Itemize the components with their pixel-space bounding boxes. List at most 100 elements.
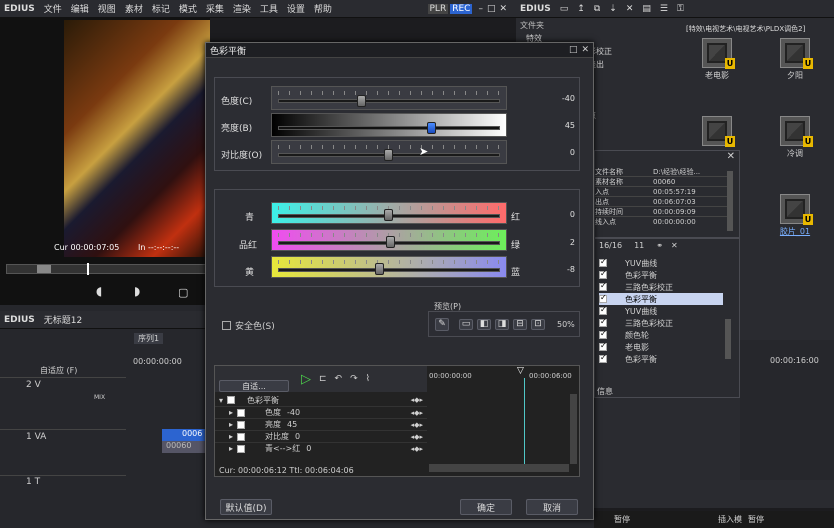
ok-button[interactable]: 确定 xyxy=(460,499,512,515)
magenta-green-thumb[interactable] xyxy=(386,236,395,248)
sequence-tab[interactable]: 序列1 xyxy=(134,333,164,344)
add-keyframe-icon[interactable]: ⊏ xyxy=(319,374,327,384)
contrast-thumb[interactable] xyxy=(384,149,393,161)
rec-toggle[interactable]: REC xyxy=(450,3,473,14)
effect-item[interactable]: 色彩平衡 xyxy=(599,353,723,365)
effect-checkbox[interactable] xyxy=(599,269,607,279)
menu-clip[interactable]: 素材 xyxy=(125,2,143,15)
menu-marker[interactable]: 标记 xyxy=(152,2,170,15)
kf-checkbox[interactable] xyxy=(237,432,246,441)
view-icon[interactable]: ▤ xyxy=(642,4,651,14)
mark-in-icon[interactable]: ◖ xyxy=(96,284,102,298)
up-icon[interactable]: ↥ xyxy=(577,4,585,14)
brightness-slider[interactable] xyxy=(271,113,507,137)
effect-checkbox[interactable] xyxy=(599,257,607,267)
effect-item[interactable]: 颜色轮 xyxy=(599,329,723,341)
timeline-clip[interactable]: 0006 xyxy=(162,429,208,441)
chroma-slider[interactable] xyxy=(271,86,507,110)
properties-scrollbar[interactable] xyxy=(727,171,733,231)
menu-edit[interactable]: 编辑 xyxy=(71,2,89,15)
timeline-mode[interactable]: 自适应 (F) xyxy=(0,365,126,377)
menu-settings[interactable]: 设置 xyxy=(287,2,305,15)
graph-icon[interactable]: ⌇ xyxy=(366,374,370,384)
prev-keyframe-icon[interactable]: ↶ xyxy=(335,374,343,384)
cyan-red-thumb[interactable] xyxy=(384,209,393,221)
mark-out-icon[interactable]: ◗ xyxy=(134,284,140,298)
contrast-slider[interactable] xyxy=(271,140,507,164)
next-keyframe-icon[interactable]: ↷ xyxy=(350,374,358,384)
folder-item[interactable]: 色彩校正 xyxy=(580,46,680,57)
layout-icon[interactable]: ⚭ xyxy=(656,241,663,250)
effect-item[interactable]: YUV曲线 xyxy=(599,257,723,269)
safe-color-checkbox[interactable] xyxy=(222,321,231,330)
menu-render[interactable]: 渲染 xyxy=(233,2,251,15)
effect-checkbox[interactable] xyxy=(599,317,607,327)
menu-capture[interactable]: 采集 xyxy=(206,2,224,15)
kf-checkbox[interactable] xyxy=(237,408,246,417)
effect-item[interactable]: 三路色彩校正 xyxy=(599,317,723,329)
kf-row[interactable]: ▾ 色彩平衡 ◂◆▸ xyxy=(215,394,427,406)
preview-split-icon[interactable]: ◧ xyxy=(477,318,491,330)
stop-icon[interactable]: ▢ xyxy=(178,286,188,299)
list-icon[interactable]: ☰ xyxy=(660,4,668,14)
effect-checkbox[interactable] xyxy=(599,305,607,315)
folder-icon[interactable]: ▭ xyxy=(560,4,569,14)
effects-scrollbar[interactable] xyxy=(725,319,731,359)
clip-thumb[interactable]: U xyxy=(702,116,735,147)
preview-split2-icon[interactable]: ◨ xyxy=(495,318,509,330)
effect-checkbox[interactable] xyxy=(599,329,607,339)
cyan-red-slider[interactable] xyxy=(271,202,507,224)
kf-row[interactable]: ▸ 青<-->红 0 ◂◆▸ xyxy=(215,442,427,454)
maximize-icon[interactable]: □ xyxy=(487,4,496,14)
player-scrubber[interactable] xyxy=(6,263,206,275)
play-icon[interactable]: ▷ xyxy=(301,372,311,387)
clip-thumb[interactable]: U 老电影 xyxy=(702,38,737,81)
effect-item[interactable]: 老电影 xyxy=(599,341,723,353)
menu-mode[interactable]: 模式 xyxy=(179,2,197,15)
preview-full-icon[interactable]: ▭ xyxy=(459,318,473,330)
kf-h-scrollbar[interactable] xyxy=(429,464,569,472)
clip-thumb[interactable]: U 胶片_01 xyxy=(780,194,815,237)
tool-icon[interactable]: ⇣ xyxy=(609,4,617,14)
effect-item-selected[interactable]: 色彩平衡 xyxy=(599,293,723,305)
effect-checkbox[interactable] xyxy=(599,281,607,291)
kf-row[interactable]: ▸ 色度 -40 ◂◆▸ xyxy=(215,406,427,418)
folder-item[interactable]: 点 xyxy=(580,84,680,95)
info-tab[interactable]: 信息 xyxy=(597,386,613,397)
timeline-clip-audio[interactable]: 00060 xyxy=(162,441,208,453)
delete-icon[interactable]: ✕ xyxy=(671,241,678,250)
playhead-icon[interactable]: ▽ xyxy=(517,366,524,376)
kf-checkbox[interactable] xyxy=(227,396,236,404)
plr-toggle[interactable]: PLR xyxy=(427,3,449,14)
brightness-thumb[interactable] xyxy=(427,122,436,134)
yellow-blue-thumb[interactable] xyxy=(375,263,384,275)
cancel-button[interactable]: 取消 xyxy=(526,499,578,515)
menu-tools[interactable]: 工具 xyxy=(260,2,278,15)
effect-item[interactable]: 三路色彩校正 xyxy=(599,281,723,293)
lock-icon[interactable]: ⚿ xyxy=(677,4,684,14)
clip-thumb[interactable]: U 夕阳 xyxy=(780,38,815,81)
effect-checkbox[interactable] xyxy=(599,341,607,351)
menu-file[interactable]: 文件 xyxy=(44,2,62,15)
pencil-icon[interactable]: ✎ xyxy=(435,317,449,331)
minimize-icon[interactable]: – xyxy=(478,4,483,14)
effect-item[interactable]: YUV曲线 xyxy=(599,305,723,317)
default-button[interactable]: 默认值(D) xyxy=(220,499,272,515)
folder-item[interactable]: 出点 xyxy=(580,110,680,121)
preview-split4-icon[interactable]: ⊡ xyxy=(531,318,545,330)
kf-scrollbar[interactable] xyxy=(570,394,577,464)
kf-mode-select[interactable]: 自适... xyxy=(219,380,289,392)
kf-checkbox[interactable] xyxy=(237,444,246,453)
kf-row[interactable]: ▸ 亮度 45 ◂◆▸ xyxy=(215,418,427,430)
clip-thumb[interactable]: U 冷调 xyxy=(780,116,815,159)
folder-item[interactable]: 入淡出 xyxy=(580,59,680,70)
preview-split3-icon[interactable]: ⊟ xyxy=(513,318,527,330)
effect-checkbox[interactable] xyxy=(599,353,607,363)
close-icon[interactable]: ✕ xyxy=(499,4,507,14)
safe-color-option[interactable]: 安全色(S) xyxy=(222,319,275,332)
menu-view[interactable]: 视图 xyxy=(98,2,116,15)
menu-help[interactable]: 帮助 xyxy=(314,2,332,15)
player-scrubber-thumb[interactable] xyxy=(37,265,51,273)
yellow-blue-slider[interactable] xyxy=(271,256,507,278)
help-icon[interactable]: □ xyxy=(569,45,578,55)
